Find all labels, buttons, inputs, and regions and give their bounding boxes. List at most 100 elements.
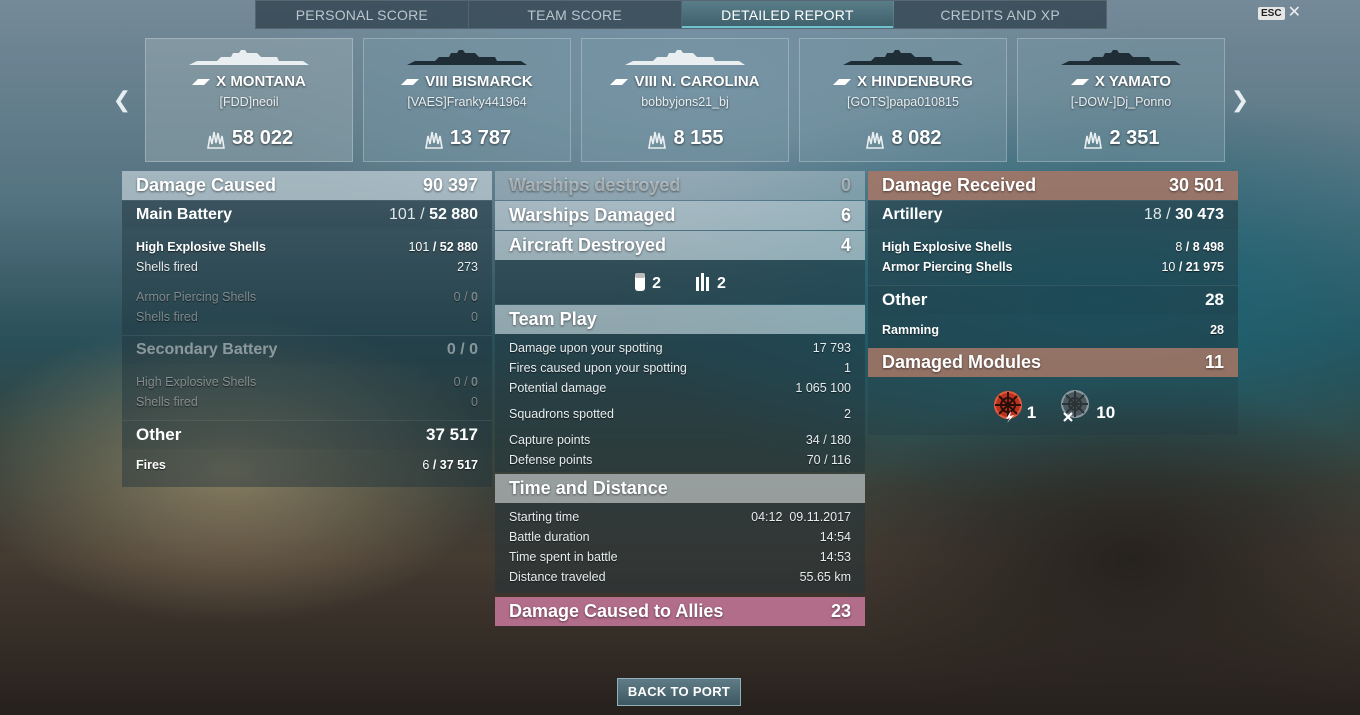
ship-card[interactable]: VIII N. CAROLINA bobbyjons21_bj 8 155 [581,38,789,162]
stat-label: Battle duration [509,530,590,544]
ship-damage: 8 155 [673,127,724,149]
ship-name: X YAMATO [1094,73,1172,90]
ap-hits: 10 [1161,260,1176,274]
back-to-port-button[interactable]: BACK TO PORT [617,678,741,706]
stat-label: Capture points [509,433,591,447]
tab-detailed-report[interactable]: DETAILED REPORT [681,1,895,28]
esc-close-button[interactable]: ESC ✕ [1258,4,1301,21]
battleship-silhouette-icon [843,50,963,65]
other-value: 37 517 [426,425,478,444]
shells-fired-value: 273 [457,260,478,274]
other-label: Other [136,425,182,444]
other-value: 28 [1205,290,1224,309]
artillery-hits: 18 [1143,206,1162,223]
stat-value: 2 [844,407,851,421]
he-shells-label: High Explosive Shells [882,240,1012,254]
close-icon: ✕ [1287,4,1301,21]
list-item: Damage upon your spotting 17 793 [509,338,851,358]
engine-destroyed-count: 10 [1096,403,1116,422]
prev-arrow-icon[interactable]: ❮ [112,88,132,114]
stat-label: Distance traveled [509,570,606,584]
tab-team-score[interactable]: TEAM SCORE [469,1,682,28]
next-arrow-icon[interactable]: ❯ [1230,88,1250,114]
stat-value: 70 / 116 [806,453,851,467]
list-item: Capture points 34 / 180 [509,430,851,450]
stat-value: 14:53 [819,550,851,564]
tab-personal-score[interactable]: PERSONAL SCORE [256,1,469,28]
ship-name: VIII BISMARCK [425,73,533,90]
player-name: [-DOW-]Dj_Ponno [1070,95,1172,109]
player-name: [GOTS]papa010815 [847,95,959,109]
fires-hits: 6 [422,458,430,472]
battleship-class-icon [610,78,629,85]
engine-destroyed-icon [1061,390,1090,422]
stat-label: Time spent in battle [509,550,618,564]
stat-value: 04:12 09.11.2017 [751,510,851,524]
ap-shells-label: Armor Piercing Shells [882,260,1013,274]
battleship-class-icon [401,78,420,85]
artillery-label: Artillery [882,206,943,223]
he-value: 8 498 [1192,240,1224,254]
damage-received-panel: Damage Received 30 501 Artillery 18 / 30… [868,171,1238,435]
ap-shells-fired-row: Shells fired 0 [136,307,478,327]
battleship-class-icon [192,78,211,85]
stat-value: 55.65 km [799,570,851,584]
he-shells-value: 52 880 [439,240,478,254]
damage-caused-header: Damage Caused 90 397 [122,171,492,200]
team-play-header: Team Play [495,305,865,334]
ship-damage: 13 787 [449,127,512,149]
ship-card[interactable]: X YAMATO [-DOW-]Dj_Ponno 2 351 [1017,38,1225,162]
ap-shells-value: 0 [471,290,478,304]
damage-splash-icon [424,131,443,149]
ship-damage: 8 082 [891,127,942,149]
warships-destroyed-row: Warships destroyed 0 [495,171,865,200]
damage-caused-value: 90 397 [422,175,478,195]
other-label: Other [882,290,928,309]
main-battery-value: 52 880 [429,206,478,223]
sec-he-label: High Explosive Shells [136,375,257,389]
ramming-row: Ramming 28 [882,320,1224,340]
ship-card[interactable]: VIII BISMARCK [VAES]Franky441964 13 787 [363,38,571,162]
tab-credits-and-xp[interactable]: CREDITS AND XP [894,1,1106,28]
time-distance-header: Time and Distance [495,474,865,503]
ship-name: X HINDENBURG [857,73,973,90]
he-shells-row: High Explosive Shells 101 / 52 880 [136,240,478,254]
steering-gear-damaged-icon [993,391,1022,423]
stat-label: Potential damage [509,381,607,395]
secondary-battery-label: Secondary Battery [136,341,278,358]
sec-shells-fired-row: Shells fired 0 [136,392,478,412]
list-item: Starting time 04:12 09.11.2017 [509,507,851,527]
list-item: Time spent in battle 14:53 [509,547,851,567]
stat-value: 14:54 [819,530,851,544]
ship-name: VIII N. CAROLINA [634,73,760,90]
stat-value: 34 / 180 [805,433,851,447]
ship-card[interactable]: X MONTANA [FDD]neoil 58 022 [145,38,353,162]
stat-label: Squadrons spotted [509,407,614,421]
aircraft-destroyed-label: Aircraft Destroyed [509,235,667,255]
fires-row: Fires 6 / 37 517 [136,458,478,472]
fires-label: Fires [136,458,166,472]
he-shells-label: High Explosive Shells [136,240,266,254]
received-other-details: Ramming 28 [868,314,1238,348]
artillery-details: High Explosive Shells 8 / 8 498 Armor Pie… [868,229,1238,285]
warships-damaged-label: Warships Damaged [509,205,676,225]
player-name: [VAES]Franky441964 [407,95,527,109]
tab-bar: PERSONAL SCORE TEAM SCORE DETAILED REPOR… [255,0,1107,29]
damage-splash-icon [866,131,885,149]
damaged-modules-breakdown: 1 10 [868,377,1238,435]
aircraft-destroyed-row: Aircraft Destroyed 4 [495,231,865,260]
sec-he-hits: 0 [453,375,461,389]
secondary-value: 0 [469,341,478,358]
other-damage-row: Other 37 517 [122,420,492,449]
main-battery-label: Main Battery [136,206,233,223]
ship-name: X MONTANA [216,73,306,90]
sec-he-shells-row: High Explosive Shells 0 / 0 [136,375,478,389]
damaged-modules-header: Damaged Modules 11 [868,348,1238,377]
ap-shells-hits: 0 [453,290,461,304]
ship-card[interactable]: X HINDENBURG [GOTS]papa010815 8 082 [799,38,1007,162]
battleship-silhouette-icon [189,50,309,65]
steering-damaged-count: 1 [1026,403,1037,422]
sec-he-value: 0 [471,375,478,389]
battleship-class-icon [1070,78,1089,85]
secondary-battery-row: Secondary Battery 0 / 0 [122,335,492,364]
